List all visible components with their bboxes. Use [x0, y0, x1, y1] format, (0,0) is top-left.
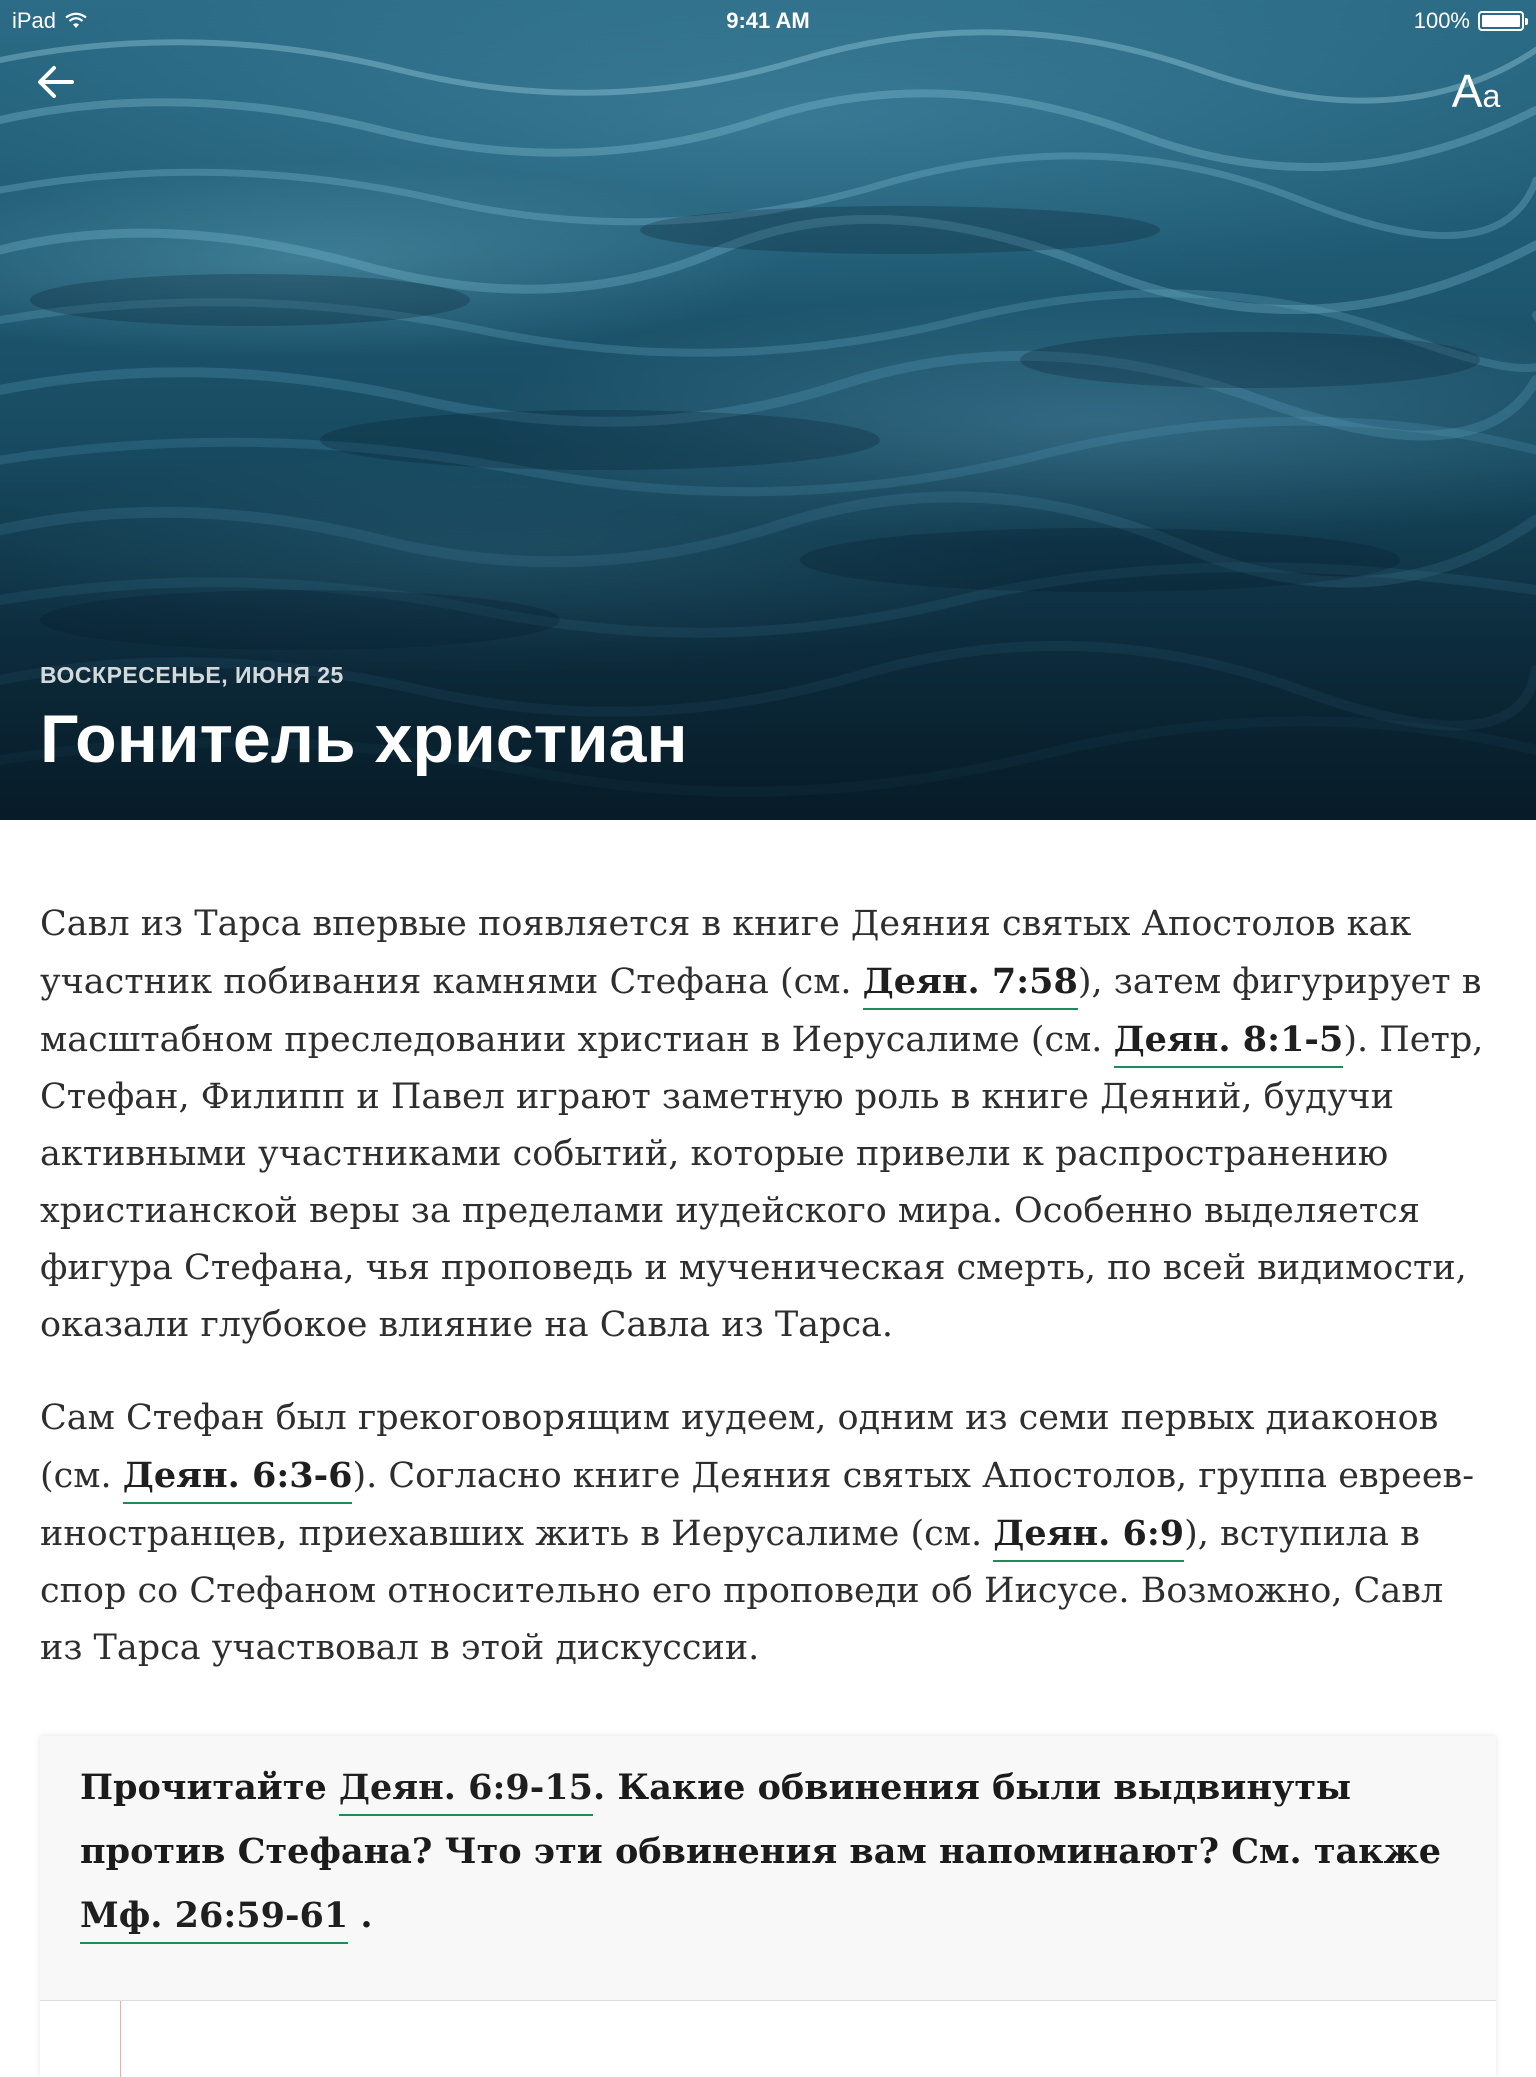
font-size-icon-small: a [1482, 78, 1501, 114]
lesson-content: Савл из Тарса впервые появляется в книге… [40, 896, 1496, 1713]
arrow-left-icon [38, 66, 74, 98]
font-settings-button[interactable]: Aa [1440, 54, 1512, 114]
answer-margin-line [120, 2001, 121, 2077]
status-bar: iPad 9:41 AM 100% [0, 0, 1536, 40]
paragraph-1: Савл из Тарса впервые появляется в книге… [40, 896, 1496, 1354]
font-size-icon-large: A [1451, 65, 1483, 117]
question-card: Прочитайте Деян. 6:9-15. Какие обвинения… [40, 1736, 1496, 2077]
status-right: 100% [1413, 8, 1528, 34]
bible-ref-acts-6-9-15[interactable]: Деян. 6:9-15 [338, 1767, 594, 1816]
back-button[interactable] [28, 56, 84, 112]
hero-image: iPad 9:41 AM 100% Aa ВОСКРЕСЕНЬЕ, ИЮНЯ 2… [0, 0, 1536, 820]
bible-ref-acts-8-1-5[interactable]: Деян. 8:1-5 [1113, 1019, 1344, 1068]
battery-percent: 100% [1413, 8, 1470, 33]
question-text-a: Прочитайте [80, 1767, 339, 1808]
lesson-date: ВОСКРЕСЕНЬЕ, ИЮНЯ 25 [40, 662, 344, 688]
page-title: Гонитель христиан [40, 701, 688, 777]
bible-ref-matt-26-59-61[interactable]: Мф. 26:59-61 [80, 1895, 349, 1944]
bible-ref-acts-6-3-6[interactable]: Деян. 6:3-6 [122, 1455, 353, 1504]
paragraph-2: Сам Стефан был грекоговорящим иудеем, од… [40, 1390, 1496, 1677]
battery-icon [1478, 11, 1528, 31]
status-time: 9:41 AM [726, 8, 810, 33]
answer-input[interactable] [40, 2000, 1496, 2077]
question-text-c: . [348, 1895, 373, 1936]
bible-ref-acts-6-9[interactable]: Деян. 6:9 [993, 1513, 1185, 1562]
question-text: Прочитайте Деян. 6:9-15. Какие обвинения… [80, 1756, 1470, 1948]
paragraph-1-text-c: ). Петр, Стефан, Филипп и Павел играют з… [40, 1020, 1484, 1345]
bible-ref-acts-7-58[interactable]: Деян. 7:58 [862, 961, 1078, 1010]
